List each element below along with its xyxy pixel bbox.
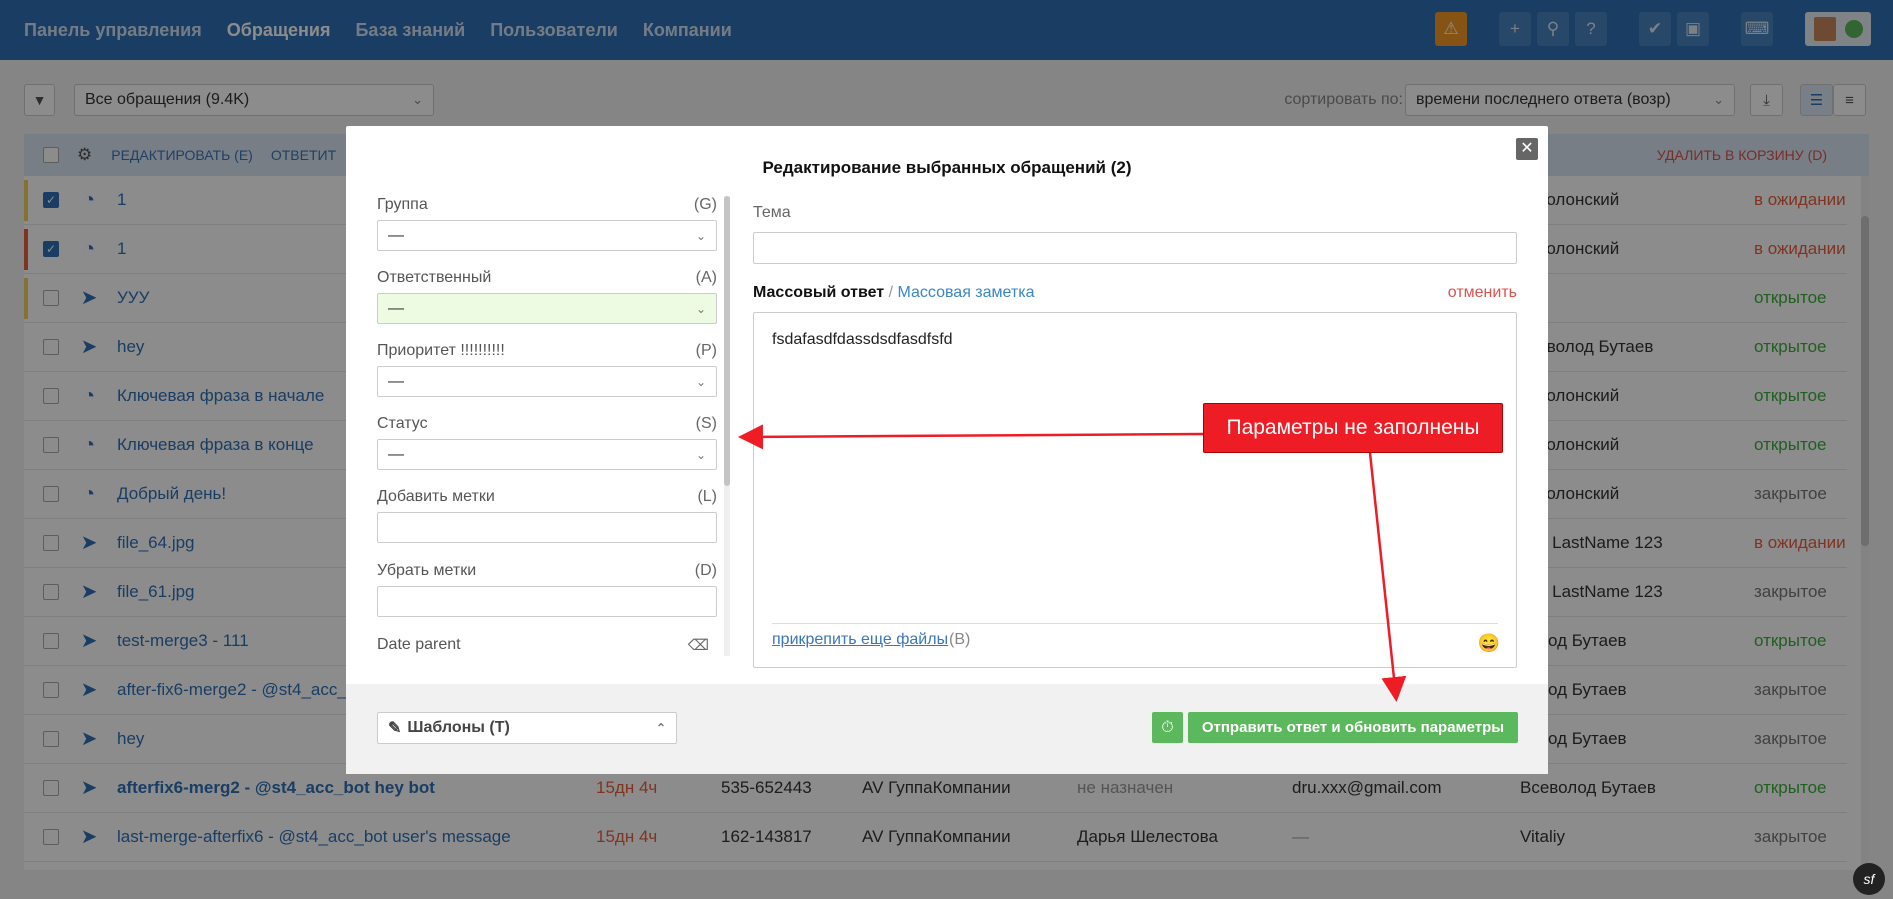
annotation-callout: Параметры не заполнены — [1203, 403, 1503, 453]
annotation-arrows — [738, 424, 1407, 702]
symfony-toolbar-icon[interactable]: sf — [1853, 863, 1885, 895]
